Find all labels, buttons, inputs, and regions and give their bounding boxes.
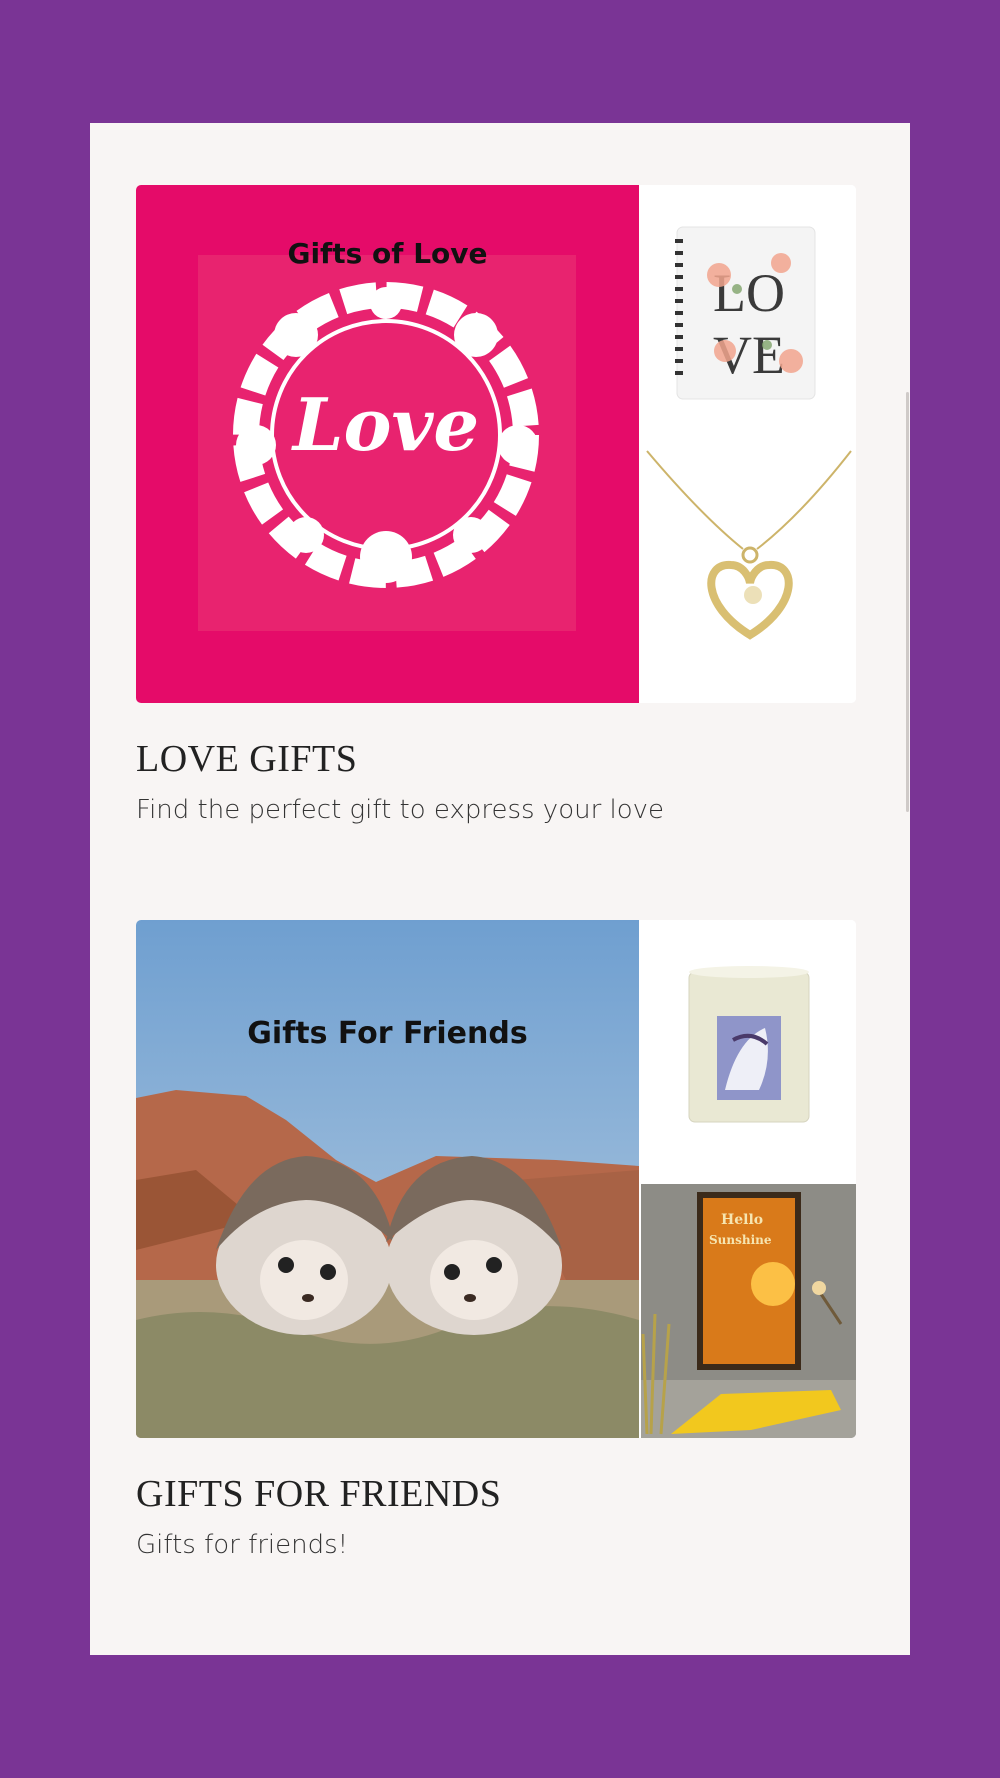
sunshine-poster-image: Hello Sunshine [641,1184,856,1438]
heart-necklace-image [641,445,856,703]
love-wreath-image: Love Gifts of Love [136,185,639,703]
collections-card: Love Gifts of Love LO VE LOVE GIFTS Find… [90,123,910,1655]
scrollbar[interactable] [906,392,909,812]
svg-text:Hello: Hello [721,1212,763,1228]
hedgehogs-image: Gifts For Friends [136,920,639,1438]
collection-title[interactable]: LOVE GIFTS [136,737,856,781]
friends-image-caption: Gifts For Friends [247,1016,528,1051]
collection-description: Gifts for friends! [136,1530,349,1560]
collection-gifts-for-friends[interactable]: Gifts For Friends Hello Sunshine GIFTS F… [136,920,856,1560]
love-image-caption: Gifts of Love [287,237,488,270]
collection-description: Find the perfect gift to express your lo… [136,795,665,825]
love-notebook-image: LO VE [641,185,856,443]
love-gifts-collage[interactable]: Love Gifts of Love LO VE [136,185,856,703]
unicorn-candle-image [641,920,856,1182]
collection-love-gifts[interactable]: Love Gifts of Love LO VE LOVE GIFTS Find… [136,185,856,825]
svg-text:Sunshine: Sunshine [709,1233,772,1247]
svg-text:Love: Love [291,382,479,467]
collection-title[interactable]: GIFTS FOR FRIENDS [136,1472,856,1516]
gifts-for-friends-collage[interactable]: Gifts For Friends Hello Sunshine [136,920,856,1438]
